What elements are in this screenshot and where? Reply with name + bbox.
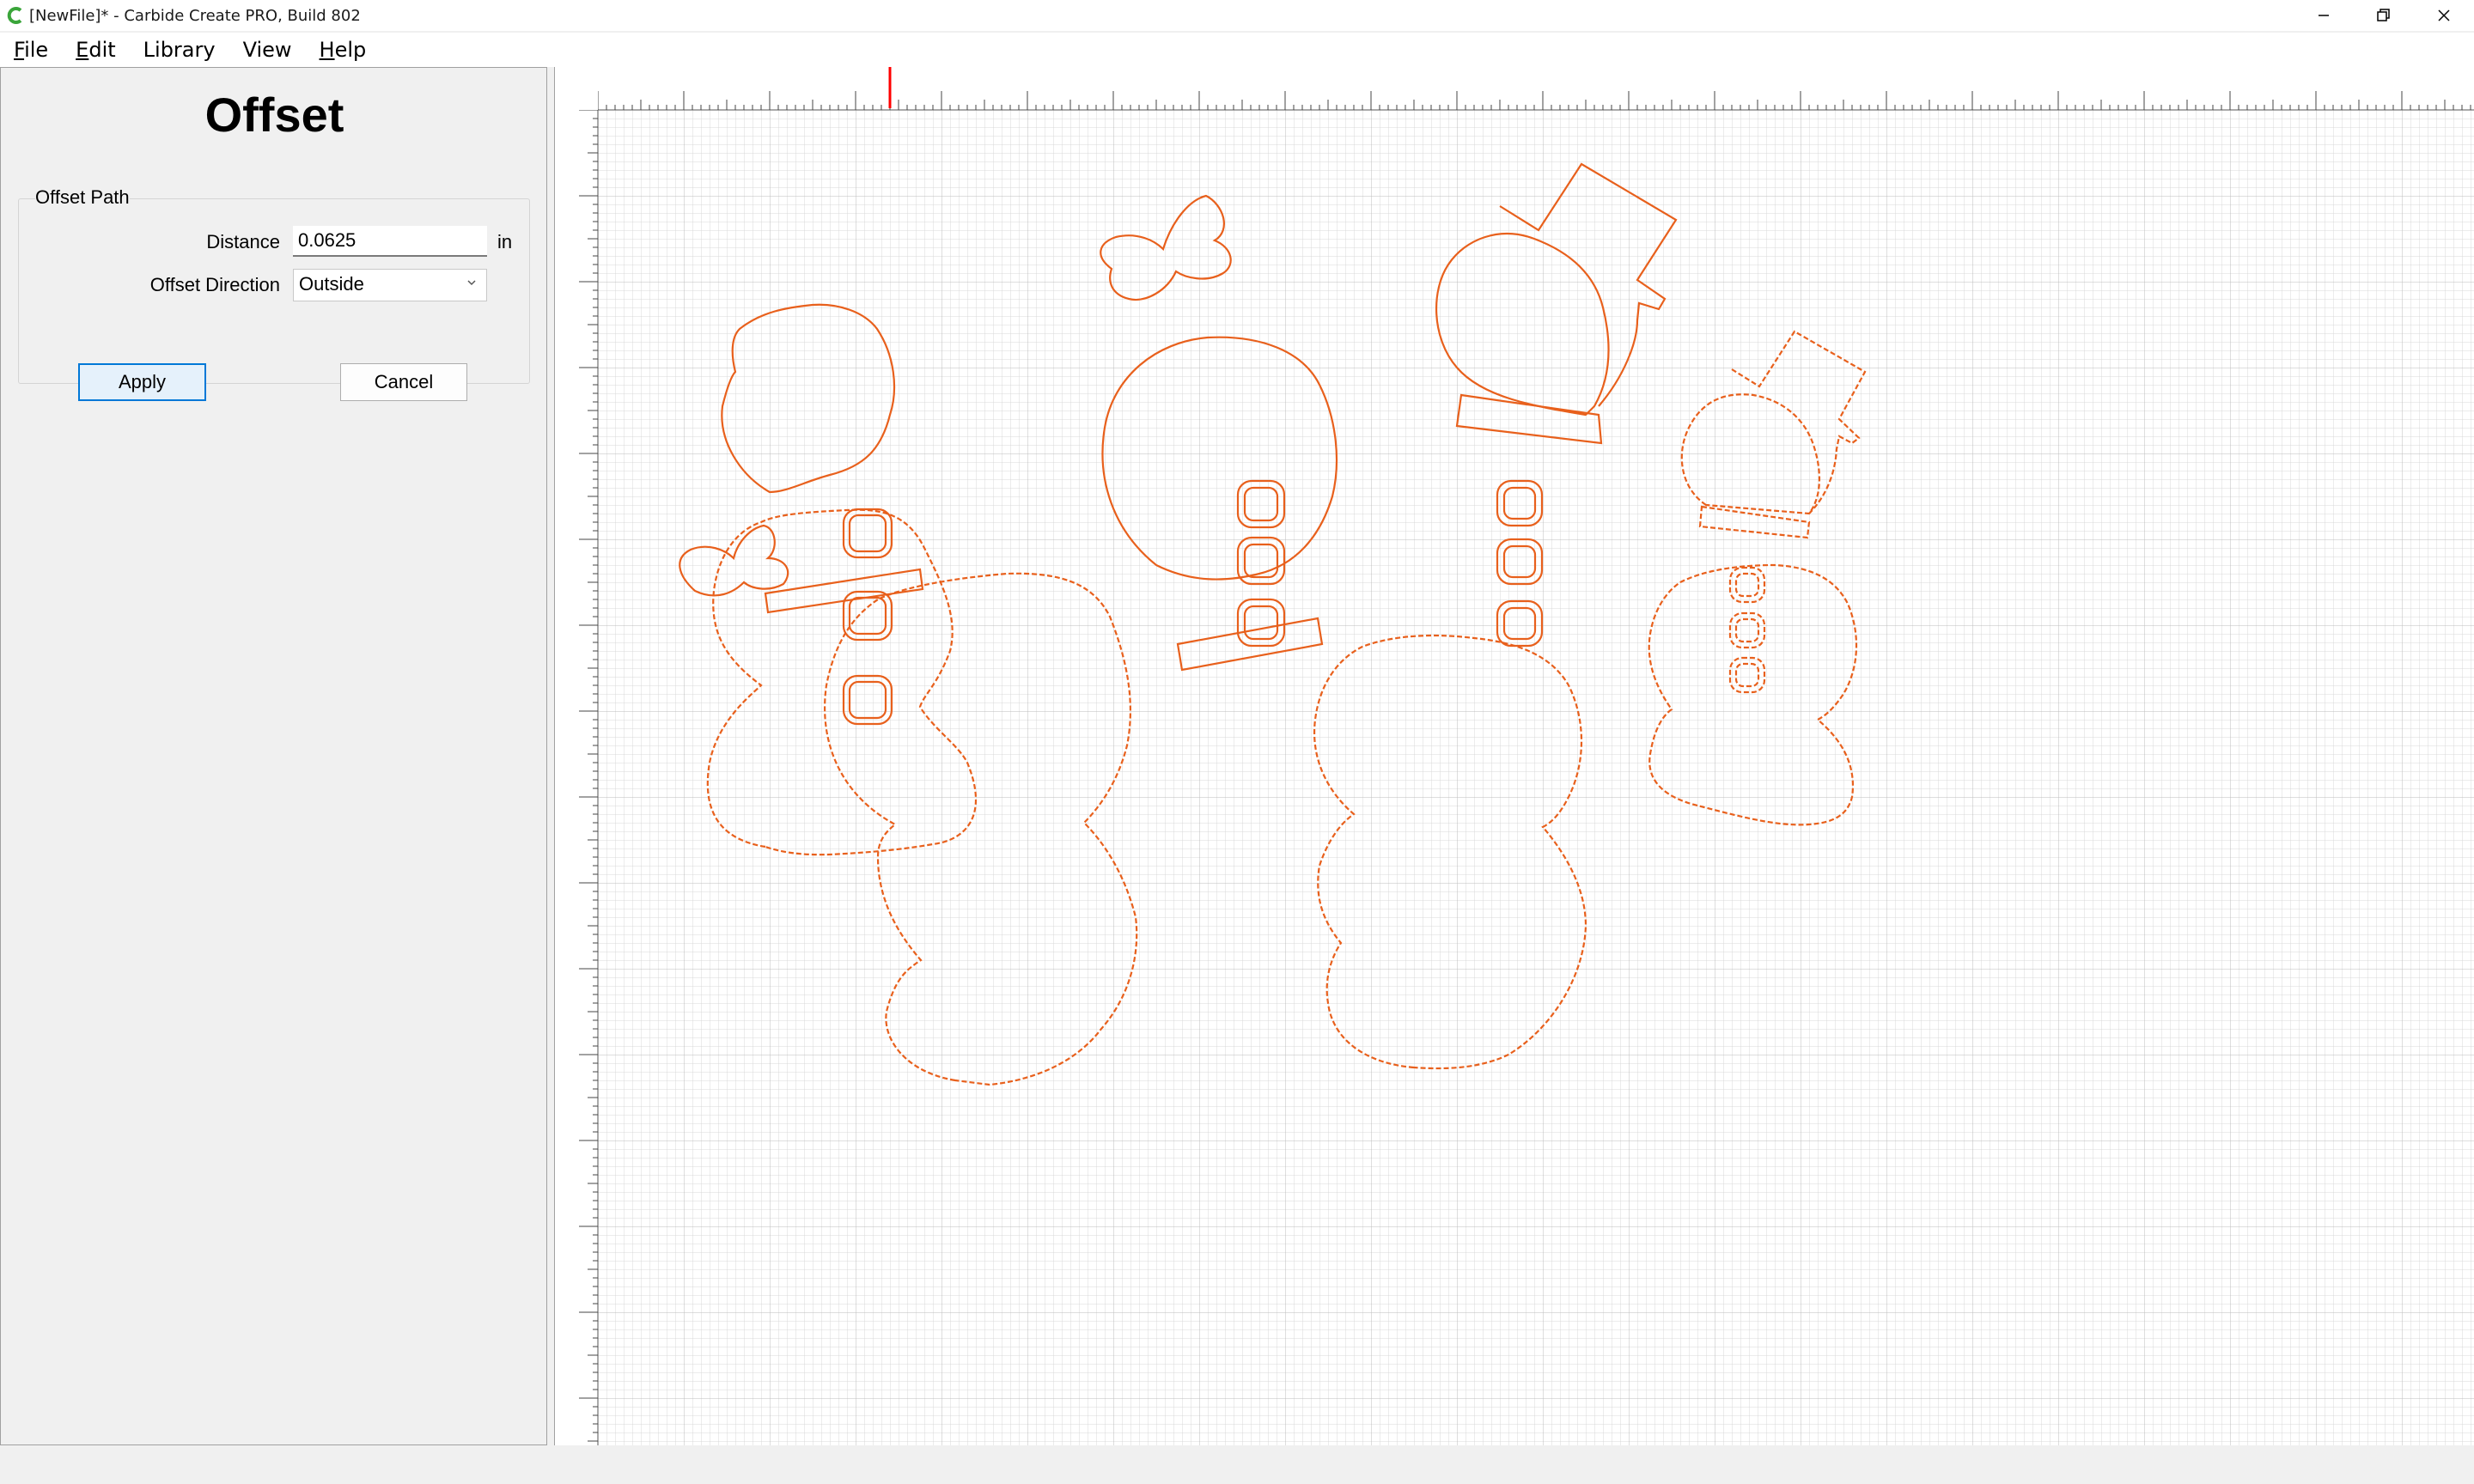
distance-input[interactable] (293, 226, 487, 257)
restore-icon (2377, 9, 2390, 21)
distance-label: Distance (206, 231, 280, 252)
offset-direction-label: Offset Direction (149, 274, 280, 295)
design-canvas[interactable] (554, 67, 2474, 1445)
menu-file[interactable]: File (0, 38, 62, 62)
apply-button[interactable]: Apply (78, 363, 206, 401)
window-controls (2294, 0, 2474, 31)
minimize-button[interactable] (2294, 0, 2354, 31)
cancel-button[interactable]: Cancel (340, 363, 467, 401)
menu-help[interactable]: Help (306, 38, 381, 62)
status-bar (0, 1445, 2474, 1484)
restore-button[interactable] (2354, 0, 2414, 31)
offset-panel: Offset Offset Path Distance in Offset Di… (0, 67, 547, 1445)
title-bar: [NewFile]* - Carbide Create PRO, Build 8… (0, 0, 2474, 31)
canvas-svg[interactable] (555, 67, 2474, 1445)
carbide-logo-icon (7, 7, 22, 24)
menu-edit[interactable]: Edit (62, 38, 129, 62)
close-icon (2438, 9, 2450, 21)
offset-direction-value: Outside (299, 273, 364, 295)
chevron-down-icon (467, 280, 476, 286)
menu-bar: File Edit Library View Help (0, 33, 2474, 67)
offset-direction-select[interactable]: Outside (293, 269, 487, 301)
horizontal-ruler (555, 67, 2474, 111)
menu-library[interactable]: Library (130, 38, 229, 62)
minimize-icon (2319, 15, 2329, 16)
group-label: Offset Path (35, 186, 130, 209)
distance-unit: in (497, 231, 513, 252)
menu-view[interactable]: View (229, 38, 306, 62)
window-title: [NewFile]* - Carbide Create PRO, Build 8… (29, 6, 361, 25)
vertical-ruler (555, 67, 599, 1445)
panel-title: Offset (204, 88, 344, 142)
close-button[interactable] (2414, 0, 2474, 31)
